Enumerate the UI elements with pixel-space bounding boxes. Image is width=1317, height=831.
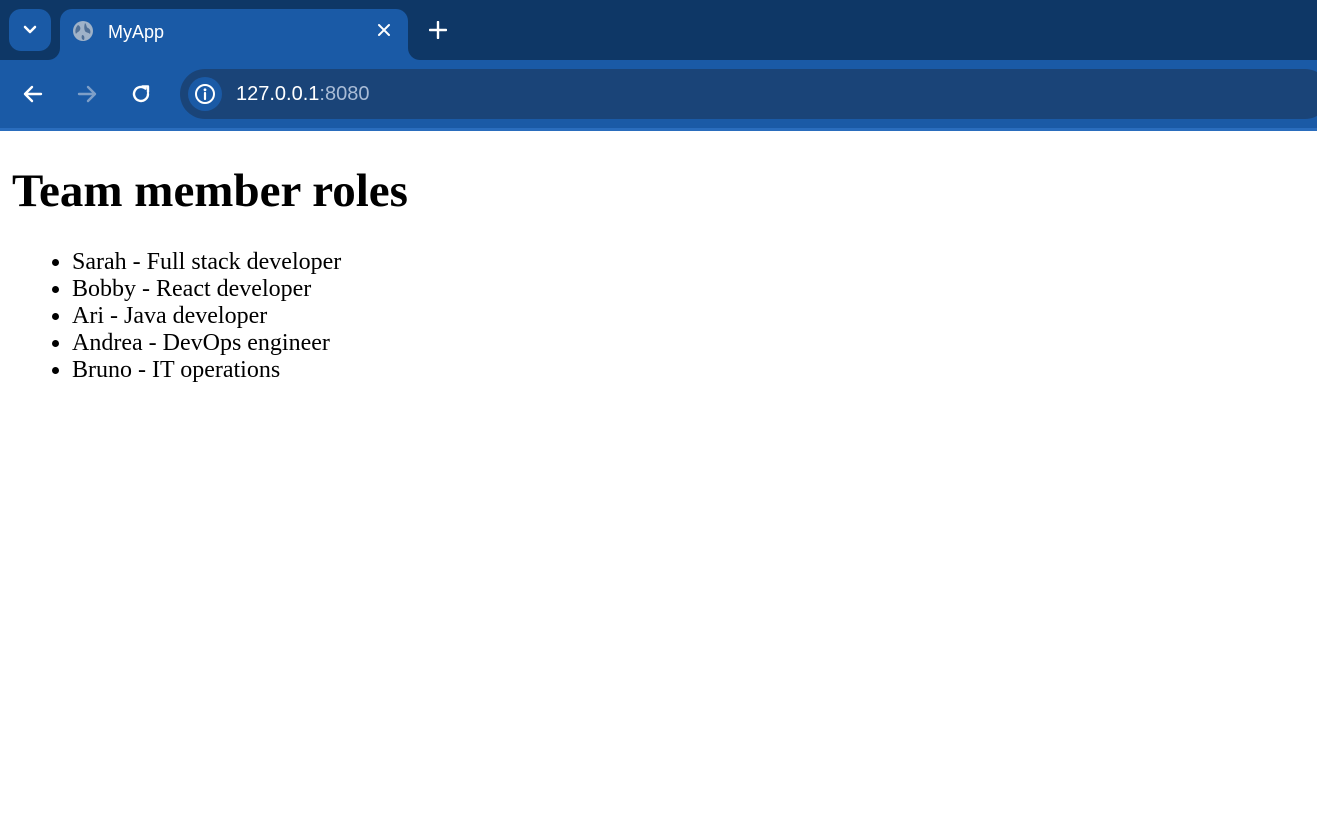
list-item: Bobby - React developer	[72, 276, 341, 303]
url-host: 127.0.0.1	[236, 83, 320, 105]
info-icon	[195, 84, 215, 104]
tab-title: MyApp	[108, 22, 165, 42]
globe-icon	[73, 21, 93, 41]
back-button[interactable]	[19, 80, 47, 108]
list-item: Sarah - Full stack developer	[72, 249, 341, 276]
tab-close-button[interactable]	[374, 20, 394, 40]
arrow-left-icon	[23, 85, 43, 103]
tab-myapp[interactable]: MyApp	[60, 9, 408, 60]
chevron-down-icon	[23, 25, 37, 34]
tab-strip: MyApp	[0, 0, 1317, 60]
address-bar[interactable]: 127.0.0.1:8080	[180, 69, 1317, 119]
url-text: 127.0.0.1:8080	[236, 83, 369, 105]
browser-chrome: MyApp 127.0.0.1:8080	[0, 0, 1317, 131]
page-title: Team member roles	[12, 165, 408, 217]
list-item: Bruno - IT operations	[72, 357, 341, 384]
site-info-button[interactable]	[188, 77, 222, 111]
roles-list: Sarah - Full stack developer Bobby - Rea…	[0, 249, 341, 384]
new-tab-button[interactable]	[424, 16, 452, 44]
reload-button[interactable]	[127, 80, 155, 108]
arrow-right-icon	[77, 85, 97, 103]
url-port: :8080	[319, 83, 370, 105]
list-item: Andrea - DevOps engineer	[72, 330, 341, 357]
browser-toolbar: 127.0.0.1:8080	[0, 60, 1317, 131]
reload-icon	[132, 85, 150, 103]
plus-icon	[429, 21, 447, 39]
list-item: Ari - Java developer	[72, 303, 341, 330]
close-icon	[378, 24, 390, 36]
tab-search-button[interactable]	[9, 9, 51, 51]
page-content: Team member roles Sarah - Full stack dev…	[0, 131, 1317, 831]
forward-button[interactable]	[73, 80, 101, 108]
